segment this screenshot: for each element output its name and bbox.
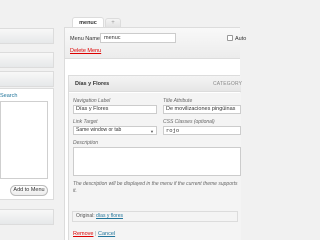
accordion-section-header[interactable] — [0, 52, 54, 68]
menu-item-settings: Navigation Label Días y Flores Title Att… — [69, 93, 241, 240]
auto-add-checkbox[interactable] — [227, 35, 233, 41]
description-help-text: The description will be displayed in the… — [73, 181, 238, 194]
description-textarea[interactable] — [73, 147, 241, 176]
accordion-section-header[interactable] — [0, 28, 54, 44]
search-tab-link[interactable]: Search — [0, 93, 17, 99]
accordion-section-content: Search Add to Menu — [0, 88, 54, 200]
action-separator: | — [95, 231, 97, 237]
item-checklist[interactable] — [0, 101, 48, 179]
title-attribute-label: Title Attribute — [163, 98, 193, 104]
menu-items-sidebar: Search Add to Menu — [0, 0, 56, 240]
title-attribute-input[interactable]: De movilizaciones pingüinas — [163, 105, 241, 114]
menu-item-type: CATEGORY — [213, 81, 243, 87]
original-link-box: Original: días y flores — [72, 211, 238, 222]
css-classes-input[interactable]: rojo — [163, 126, 241, 135]
cancel-link[interactable]: Cancel — [98, 231, 115, 237]
menu-header: Menu Name menuc Auto Delete Menu — [64, 27, 246, 59]
delete-menu-link[interactable]: Delete Menu — [70, 48, 101, 54]
link-target-label: Link Target — [73, 119, 98, 125]
chevron-down-icon: ▼ — [150, 129, 154, 134]
menu-name-label: Menu Name — [70, 36, 100, 42]
menu-item: Días y Flores CATEGORY Navigation Label … — [68, 75, 243, 240]
menu-item-bar[interactable]: Días y Flores CATEGORY — [69, 76, 243, 92]
link-target-select[interactable]: Same window or tab ▼ — [73, 126, 157, 135]
original-label: Original: — [76, 213, 95, 219]
add-to-menu-button[interactable]: Add to Menu — [10, 185, 48, 196]
accordion-section-header[interactable] — [0, 71, 54, 87]
menu-item-title: Días y Flores — [75, 81, 110, 87]
navigation-label-label: Navigation Label — [73, 98, 111, 104]
navigation-label-input[interactable]: Días y Flores — [73, 105, 157, 114]
css-classes-label: CSS Classes (optional) — [163, 119, 215, 125]
auto-add-label: Auto — [235, 36, 247, 42]
link-target-value: Same window or tab — [76, 127, 122, 133]
accordion-section-header[interactable] — [0, 209, 54, 225]
menu-name-input[interactable]: menuc — [100, 33, 176, 43]
description-label: Description — [73, 140, 99, 146]
original-link[interactable]: días y flores — [96, 213, 123, 219]
remove-link[interactable]: Remove — [73, 231, 93, 237]
menu-item-actions: Remove | Cancel — [73, 231, 115, 237]
